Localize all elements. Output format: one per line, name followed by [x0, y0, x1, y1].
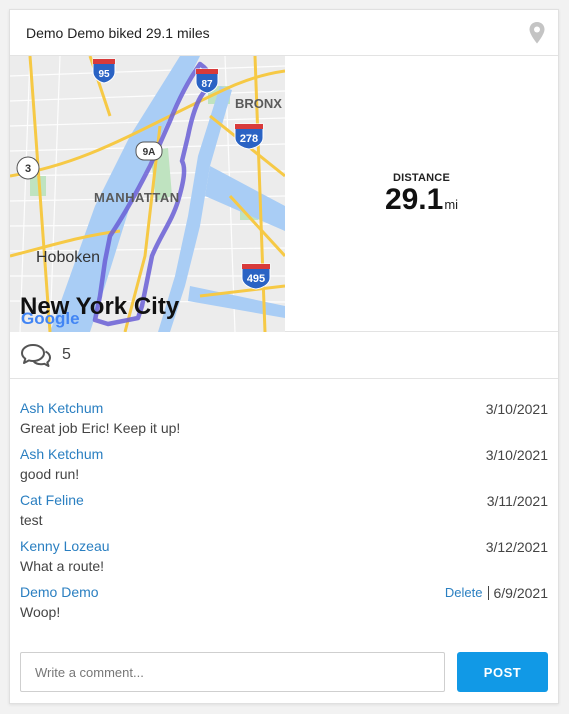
comment-date: 3/10/2021	[485, 401, 548, 417]
comment-list: Ash Ketchum Great job Eric! Keep it up! …	[10, 379, 558, 629]
comment-item: Cat Feline test 3/11/2021	[20, 491, 548, 537]
comment-meta: 3/10/2021	[486, 401, 548, 417]
distance-value-row: 29.1 mi	[384, 182, 459, 216]
activity-header: Demo Demo biked 29.1 miles	[10, 10, 558, 56]
svg-text:495: 495	[247, 273, 265, 285]
comment-date: 3/11/2021	[486, 493, 548, 509]
comment-date: 3/12/2021	[485, 539, 548, 555]
comment-input[interactable]	[20, 652, 445, 692]
svg-text:95: 95	[98, 69, 110, 80]
svg-text:87: 87	[201, 79, 213, 90]
comment-date: 3/10/2021	[485, 447, 548, 463]
comment-item: Ash Ketchum Great job Eric! Keep it up! …	[20, 399, 548, 445]
comment-author-link[interactable]: Ash Ketchum	[20, 445, 103, 463]
map-label-hoboken: Hoboken	[36, 249, 100, 266]
comments-bar: 5	[10, 332, 558, 379]
google-logo: Google	[21, 309, 80, 328]
distance-label: DISTANCE	[392, 171, 450, 184]
comment-text: What a route!	[20, 558, 105, 574]
distance-stat: DISTANCE 29.1 mi	[285, 56, 558, 331]
comment-date: 6/9/2021	[493, 585, 549, 601]
activity-media: BRONX MANHATTAN Hoboken New York City Go…	[10, 56, 558, 332]
comment-meta: 3/12/2021	[486, 539, 548, 555]
shield-i278: 278	[234, 123, 264, 150]
map-label-manhattan: MANHATTAN	[94, 190, 180, 205]
comment-text: Great job Eric! Keep it up!	[20, 420, 181, 436]
distance-value: 29.1	[384, 182, 444, 216]
svg-text:3: 3	[25, 163, 31, 175]
route-map[interactable]: BRONX MANHATTAN Hoboken New York City Go…	[10, 56, 285, 332]
shield-i95: 95	[92, 58, 116, 84]
comment-text: test	[20, 512, 43, 528]
shield-i495: 495	[241, 263, 271, 290]
comment-meta: 3/10/2021	[486, 447, 548, 463]
comment-meta: 3/11/2021	[487, 493, 548, 509]
svg-text:9A: 9A	[143, 147, 156, 158]
comment-author-link[interactable]: Demo Demo	[20, 583, 99, 601]
map-label-bronx: BRONX	[235, 96, 282, 111]
comment-count: 5	[62, 346, 71, 363]
comment-item: Kenny Lozeau What a route! 3/12/2021	[20, 537, 548, 583]
distance-unit: mi	[444, 196, 459, 212]
comment-item: Demo Demo Woop! Delete 6/9/2021	[20, 583, 548, 629]
comment-text: Woop!	[20, 604, 61, 620]
comment-text: good run!	[20, 466, 80, 482]
delete-comment-button[interactable]: Delete	[445, 586, 489, 600]
shield-route-3: 3	[16, 156, 40, 180]
activity-title: Demo Demo biked 29.1 miles	[26, 24, 210, 41]
comment-author-link[interactable]: Cat Feline	[20, 491, 84, 509]
comment-composer: POST	[20, 652, 548, 692]
shield-route-9a: 9A	[135, 141, 163, 161]
location-pin-icon[interactable]	[528, 21, 546, 45]
post-button[interactable]: POST	[457, 652, 548, 692]
comments-icon[interactable]	[20, 342, 52, 368]
activity-card: Demo Demo biked 29.1 miles BRONX MANHATT…	[9, 9, 559, 704]
comment-item: Ash Ketchum good run! 3/10/2021	[20, 445, 548, 491]
comment-author-link[interactable]: Kenny Lozeau	[20, 537, 110, 555]
svg-text:278: 278	[240, 133, 258, 145]
comment-author-link[interactable]: Ash Ketchum	[20, 399, 103, 417]
shield-i87: 87	[195, 68, 219, 94]
comment-meta: Delete 6/9/2021	[445, 585, 548, 601]
